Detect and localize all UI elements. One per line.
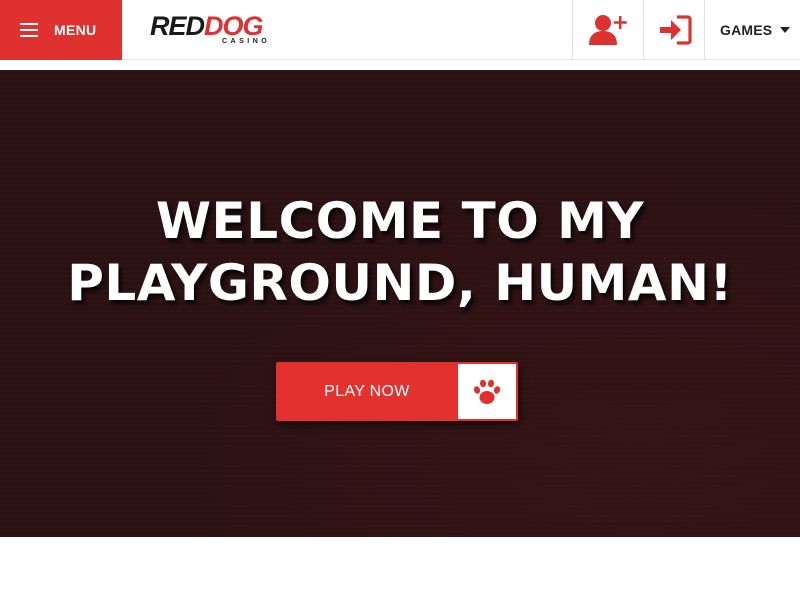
- paw-icon-box: [458, 364, 516, 419]
- site-logo[interactable]: REDDOG CASINO: [150, 11, 282, 49]
- site-header: MENU REDDOG CASINO GAMES: [0, 0, 800, 60]
- logo-wordmark: REDDOG: [150, 11, 264, 41]
- user-plus-icon: [588, 15, 627, 45]
- hero-banner: WELCOME TO MY PLAYGROUND, HUMAN! PLAY NO…: [0, 70, 800, 537]
- caret-down-icon: [780, 27, 791, 33]
- play-now-button[interactable]: PLAY NOW: [276, 362, 518, 421]
- paw-icon: [473, 379, 501, 404]
- games-dropdown[interactable]: GAMES: [704, 0, 800, 60]
- games-label: GAMES: [720, 22, 773, 38]
- sign-in-icon: [659, 15, 692, 45]
- menu-label: MENU: [54, 22, 97, 38]
- hero-title: WELCOME TO MY PLAYGROUND, HUMAN!: [67, 192, 733, 312]
- login-button[interactable]: [643, 0, 705, 60]
- menu-button[interactable]: MENU: [0, 0, 122, 60]
- logo-subtitle: CASINO: [222, 38, 271, 45]
- register-button[interactable]: [572, 0, 644, 60]
- hamburger-icon: [20, 22, 38, 38]
- play-now-label: PLAY NOW: [324, 383, 410, 400]
